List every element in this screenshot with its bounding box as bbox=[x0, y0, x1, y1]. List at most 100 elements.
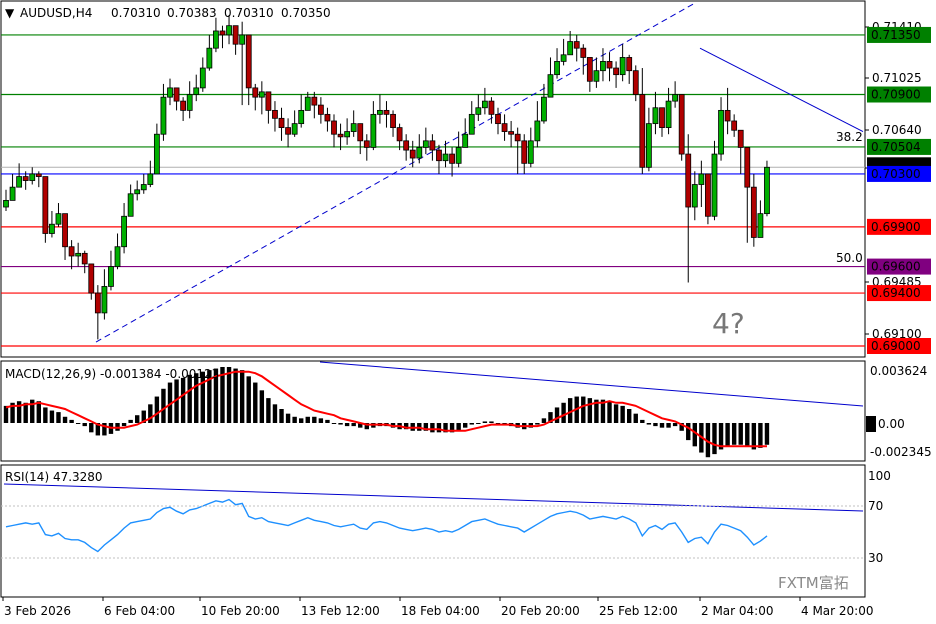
macd-bar bbox=[246, 376, 251, 423]
candle-body bbox=[160, 96, 167, 135]
time-tick-label: 25 Feb 12:00 bbox=[599, 604, 678, 618]
header-high: 0.70383 bbox=[167, 6, 217, 20]
candle-body bbox=[239, 34, 246, 45]
rsi-panel-frame bbox=[0, 464, 866, 598]
macd-bar bbox=[561, 402, 566, 423]
candle-body bbox=[16, 176, 23, 188]
candle-body bbox=[285, 127, 291, 135]
macd-bar bbox=[554, 407, 560, 423]
macd-bar bbox=[56, 412, 61, 423]
candle-body bbox=[94, 292, 101, 314]
candle-body bbox=[101, 286, 108, 314]
header-low: 0.70310 bbox=[224, 6, 274, 20]
rsi-tick-label: 70 bbox=[868, 499, 883, 513]
time-tick-label: 4 Mar 20:00 bbox=[801, 604, 874, 618]
candle-body bbox=[114, 246, 121, 267]
macd-bar bbox=[476, 423, 481, 424]
candle-body bbox=[573, 41, 580, 49]
macd-bar bbox=[285, 413, 291, 423]
macd-bar bbox=[226, 367, 232, 423]
time-tick-label: 18 Feb 04:00 bbox=[401, 604, 480, 618]
candle-body bbox=[49, 223, 55, 234]
level-badge-4-text: 0.69900 bbox=[871, 220, 921, 234]
macd-bar bbox=[344, 423, 350, 427]
macd-bar bbox=[36, 401, 41, 423]
candle-body bbox=[304, 96, 311, 111]
candle-body bbox=[324, 113, 331, 122]
candle-body bbox=[363, 140, 370, 148]
candle-body bbox=[514, 133, 521, 142]
candle-body bbox=[147, 173, 154, 185]
candle-body bbox=[672, 94, 679, 102]
candle-body bbox=[9, 186, 16, 201]
candle-body bbox=[724, 109, 731, 122]
candle-body bbox=[186, 94, 193, 111]
candle-body bbox=[193, 87, 200, 95]
candle-body bbox=[547, 74, 554, 98]
candle-body bbox=[560, 54, 567, 62]
candle-body bbox=[705, 173, 711, 217]
candle-body bbox=[678, 94, 685, 155]
watermark-logo: FXTM富拓 bbox=[778, 574, 849, 592]
macd-bar bbox=[731, 423, 737, 445]
candle-body bbox=[173, 87, 180, 102]
candle-body bbox=[645, 123, 652, 168]
candle-body bbox=[383, 109, 390, 115]
macd-bar bbox=[253, 382, 258, 423]
macd-bar bbox=[646, 423, 652, 425]
candle-body bbox=[757, 213, 764, 238]
candle-body bbox=[593, 70, 600, 82]
candle-body bbox=[718, 109, 724, 155]
macd-bar bbox=[266, 398, 271, 423]
candle-body bbox=[606, 61, 613, 69]
macd-bar bbox=[272, 404, 278, 423]
macd-bar bbox=[299, 418, 304, 423]
candle-body bbox=[108, 266, 114, 287]
macd-bar bbox=[279, 409, 284, 423]
candle-body bbox=[422, 140, 429, 148]
macd-bar bbox=[135, 415, 140, 423]
candle-body bbox=[554, 61, 560, 76]
macd-bar bbox=[292, 416, 297, 423]
macd-bar bbox=[3, 405, 9, 423]
level-badge-5-text: 0.69600 bbox=[871, 260, 921, 274]
candle-body bbox=[455, 147, 462, 164]
time-tick-label: 6 Feb 04:00 bbox=[104, 604, 175, 618]
candle-body bbox=[291, 123, 298, 135]
candle-body bbox=[167, 87, 173, 98]
macd-bar bbox=[318, 418, 324, 423]
candle-body bbox=[580, 47, 587, 58]
macd-bar bbox=[640, 419, 645, 423]
macd-bar bbox=[672, 423, 678, 427]
macd-bar bbox=[338, 423, 343, 425]
candle-body bbox=[3, 199, 9, 208]
candle-body bbox=[488, 100, 495, 115]
candle-body bbox=[298, 109, 305, 125]
price-scale: 0.714100.710250.706400.703500.694850.691… bbox=[865, 20, 932, 565]
candle-body bbox=[416, 147, 423, 159]
macd-bar bbox=[607, 401, 612, 423]
candle-body bbox=[127, 193, 134, 217]
candle-body bbox=[403, 140, 410, 151]
macd-bar bbox=[469, 423, 474, 425]
macd-bar bbox=[49, 410, 55, 423]
macd-tick-label: 0.00 bbox=[878, 417, 905, 431]
rsi-tick-label: 30 bbox=[868, 551, 883, 565]
candle-body bbox=[226, 25, 232, 36]
header-triangle-icon: ▼ bbox=[5, 6, 15, 20]
candle-body bbox=[468, 113, 475, 135]
candle-body bbox=[62, 213, 68, 248]
macd-bar bbox=[725, 423, 730, 447]
candle-body bbox=[462, 133, 469, 148]
candle-body bbox=[140, 184, 147, 191]
fib-500-label: 50.0 bbox=[836, 251, 863, 265]
candle-body bbox=[750, 186, 757, 238]
rsi-tick-label: 100 bbox=[868, 469, 891, 483]
macd-bar bbox=[154, 396, 160, 423]
macd-bar bbox=[23, 402, 28, 423]
macd-bar bbox=[62, 416, 68, 423]
level-badge-6-text: 0.69400 bbox=[871, 286, 921, 300]
candle-body bbox=[639, 94, 646, 168]
candle-body bbox=[711, 153, 718, 217]
macd-bar bbox=[745, 423, 750, 447]
